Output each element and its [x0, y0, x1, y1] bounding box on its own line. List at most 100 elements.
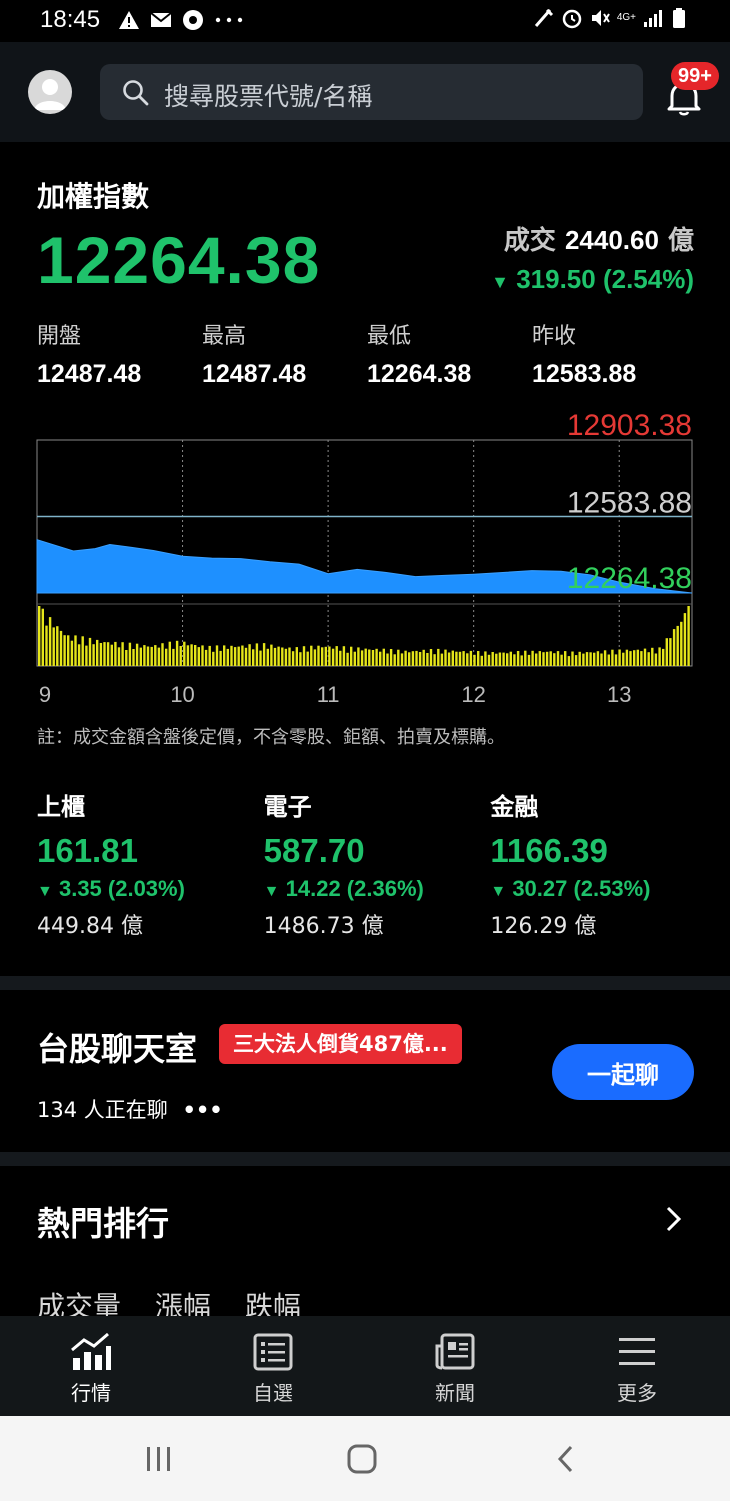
alarm-icon	[562, 9, 582, 29]
volume-bar	[146, 646, 150, 666]
volume-bar	[651, 647, 654, 666]
x-tick: 13	[607, 682, 631, 707]
volume-bar	[143, 645, 146, 666]
volume-bar	[99, 643, 103, 666]
volume-bar	[415, 650, 418, 666]
volume-bar	[38, 606, 41, 666]
volume-bar	[437, 648, 440, 666]
tab-watchlist[interactable]: 自選	[182, 1316, 364, 1416]
volume-bar	[85, 645, 88, 666]
sub-indices: 上櫃 161.81 ▼ 3.35 (2.03%) 449.84 億 電子 587…	[37, 787, 717, 940]
tab-news[interactable]: 新聞	[364, 1316, 546, 1416]
volume-bar	[593, 652, 596, 666]
volume-bar	[299, 652, 302, 666]
index-name: 加權指數	[37, 180, 150, 213]
stat-open: 開盤 12487.48	[37, 324, 142, 388]
volume-bar	[447, 652, 451, 666]
volume-bar	[375, 648, 378, 666]
volume-bar	[429, 649, 433, 666]
chat-tag[interactable]: 三大法人倒貨487億...	[219, 1024, 462, 1064]
volume-bar	[360, 650, 364, 666]
volume-bar	[77, 644, 81, 666]
volume-bar	[669, 638, 672, 666]
x-tick: 12	[461, 682, 485, 707]
volume-bar	[625, 649, 629, 666]
sub-index-otc[interactable]: 上櫃 161.81 ▼ 3.35 (2.03%) 449.84 億	[37, 787, 264, 940]
back-icon[interactable]	[554, 1443, 578, 1475]
volume-bar	[382, 648, 385, 666]
volume-bar	[70, 640, 74, 666]
volume-bar	[556, 651, 560, 666]
home-icon[interactable]	[346, 1443, 378, 1475]
volume-bar	[647, 652, 650, 666]
volume-bar	[117, 647, 121, 666]
volume-bar	[643, 648, 647, 666]
volume-bar	[393, 654, 396, 666]
volume-bar	[215, 645, 219, 666]
volume-bar	[96, 639, 99, 666]
volume-bar	[451, 650, 454, 666]
volume-bar	[629, 651, 632, 666]
volume-bar	[350, 646, 353, 666]
volume-bar	[63, 635, 66, 666]
volume-bar	[317, 645, 320, 666]
tab-market[interactable]: 行情	[0, 1316, 182, 1416]
volume-bar	[106, 642, 110, 666]
volume-bar	[310, 645, 313, 666]
volume-bar	[618, 649, 621, 666]
volume-bar	[509, 651, 512, 666]
index-change: ▼ 319.50 (2.54%)	[491, 264, 694, 295]
volume-bar	[295, 647, 298, 666]
sub-index-electronics[interactable]: 電子 587.70 ▼ 14.22 (2.36%) 1486.73 億	[264, 787, 491, 940]
news-icon	[435, 1333, 475, 1370]
chevron-right-icon[interactable]	[664, 1205, 684, 1233]
volume-bar	[418, 652, 422, 666]
down-triangle-icon: ▼	[263, 883, 280, 900]
sub-index-finance[interactable]: 金融 1166.39 ▼ 30.27 (2.53%) 126.29 億	[490, 787, 717, 940]
volume-bar	[545, 651, 549, 666]
join-chat-button[interactable]: 一起聊	[552, 1044, 694, 1100]
volume-bar	[676, 625, 679, 666]
volume-bar	[67, 635, 70, 666]
top-bar: 搜尋股票代號/名稱 99+	[0, 42, 730, 142]
volume-bar	[110, 644, 113, 666]
x-tick: 9	[39, 682, 51, 707]
down-triangle-icon: ▼	[37, 883, 53, 900]
volume-bar	[683, 613, 687, 666]
volume-bar	[204, 649, 208, 666]
chat-title: 台股聊天室	[37, 1030, 198, 1068]
volume-bar	[455, 651, 458, 666]
volume-bar	[92, 644, 95, 666]
upper-limit-label: 12903.38	[567, 409, 692, 442]
chat-room-card[interactable]: 台股聊天室 三大法人倒貨487億... 134 人正在聊 ••• 一起聊	[0, 990, 730, 1152]
volume-bars	[38, 606, 690, 666]
volume-bar	[346, 652, 349, 666]
volume-bar	[607, 654, 610, 666]
volume-bar	[458, 651, 462, 666]
recent-apps-icon[interactable]	[144, 1444, 174, 1474]
volume-bar	[535, 653, 538, 666]
search-input[interactable]: 搜尋股票代號/名稱	[100, 64, 643, 120]
volume-bar	[368, 649, 371, 666]
volume-bar	[157, 647, 161, 666]
volume-bar	[426, 653, 429, 666]
volume-bar	[462, 651, 465, 666]
avatar[interactable]	[28, 70, 72, 114]
volume-bar	[574, 655, 578, 666]
intraday-chart[interactable]: 12903.38 12583.88 12264.38 9 10 11 12 13	[0, 406, 730, 726]
volume-bar	[179, 646, 182, 666]
chart-icon	[71, 1332, 111, 1370]
typing-dots-icon: •••	[182, 1098, 223, 1122]
volume-bar	[477, 651, 480, 666]
volume-bar	[495, 653, 498, 666]
index-card[interactable]: 加權指數 12264.38 成交 2440.60 億 ▼ 319.50 (2.5…	[0, 142, 730, 974]
volume-bar	[114, 641, 117, 666]
volume-bar	[549, 651, 552, 666]
volume-bar	[480, 655, 483, 666]
hot-ranking-title[interactable]: 熱門排行	[37, 1197, 169, 1245]
volume-bar	[553, 653, 556, 666]
volume-bar	[527, 654, 531, 666]
volume-bar	[233, 647, 237, 666]
volume-bar	[219, 650, 222, 666]
tab-more[interactable]: 更多	[546, 1316, 728, 1416]
